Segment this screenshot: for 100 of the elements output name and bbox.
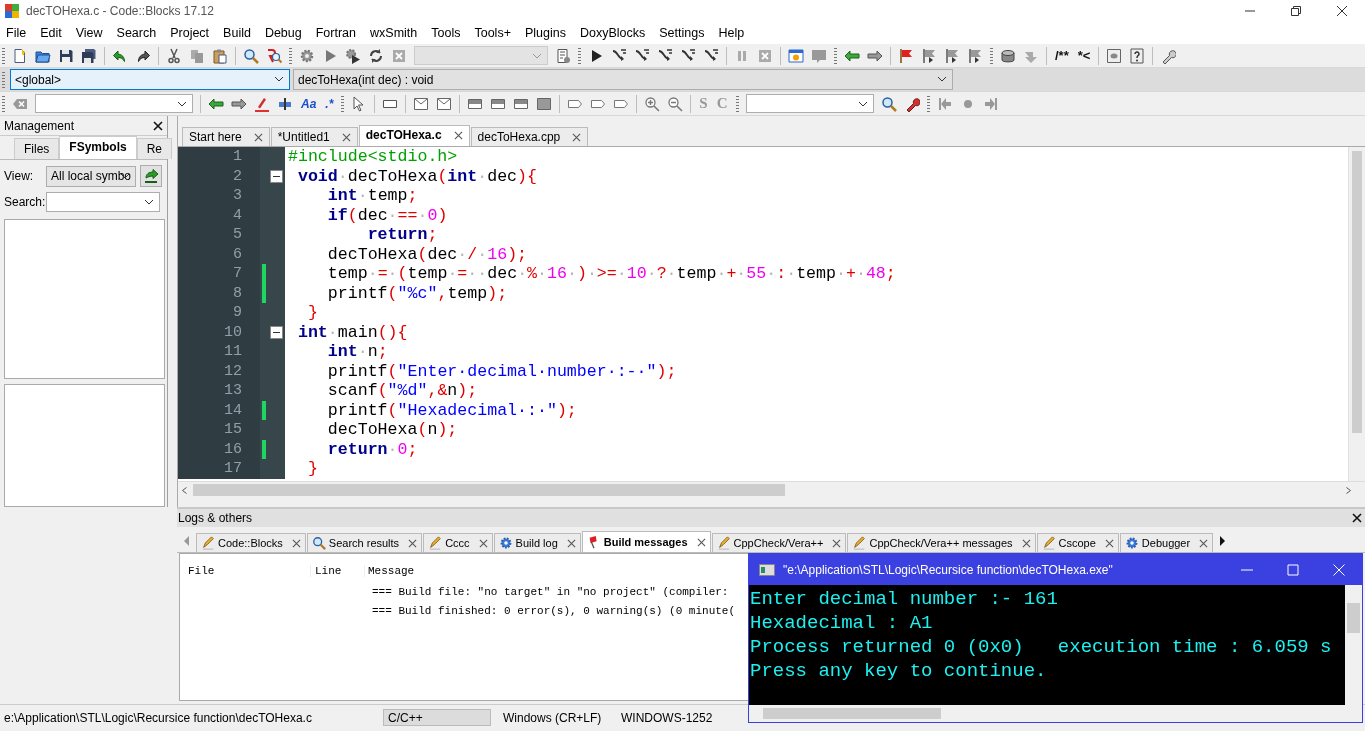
code-line: decToHexa(dec·/·16); (326, 244, 528, 264)
zoom-in-icon[interactable] (644, 95, 661, 112)
toolbar-button[interactable]: Aa (300, 96, 318, 111)
gear-play-icon[interactable] (345, 47, 361, 64)
save-all-icon[interactable] (81, 47, 97, 64)
filled-square-icon[interactable] (536, 95, 553, 112)
scroll-left-icon[interactable] (182, 486, 187, 494)
search-icon[interactable] (243, 47, 259, 64)
app-icon (4, 3, 20, 19)
flag-icon[interactable] (898, 47, 914, 64)
log-tab[interactable]: Cscope (1036, 533, 1119, 552)
close-icon[interactable] (696, 537, 706, 547)
frame-icon[interactable] (436, 95, 453, 112)
close-icon[interactable] (453, 130, 463, 140)
vertical-scrollbar[interactable] (1345, 585, 1362, 705)
zoom-out-icon[interactable] (667, 95, 684, 112)
menu-item[interactable]: wxSmith (370, 26, 425, 40)
column-header[interactable]: File (188, 565, 310, 577)
menu-item[interactable]: Search (116, 26, 164, 40)
menu-item[interactable]: Fortran (315, 26, 364, 40)
rebuild-icon[interactable] (368, 47, 384, 64)
line-number: 9 (233, 304, 242, 321)
log-tab[interactable]: Build log (493, 533, 581, 552)
view-dropdown[interactable]: All local symbo (46, 165, 136, 187)
pencil-icon (428, 536, 443, 550)
new-file-icon[interactable] (12, 47, 28, 64)
toolbar-button[interactable]: /** (1054, 48, 1070, 63)
replace-icon[interactable] (266, 47, 282, 64)
column-header[interactable]: Message (364, 565, 415, 577)
refresh-button[interactable] (140, 165, 162, 187)
step-icon[interactable] (680, 47, 696, 64)
block-select-icon[interactable] (277, 95, 293, 112)
frame-icon[interactable] (413, 95, 430, 112)
editor-tab[interactable]: *Untitled1 (270, 127, 358, 146)
log-tab[interactable]: Search results (306, 533, 423, 552)
bookmark-flag-icon[interactable] (921, 47, 937, 64)
editor-tab[interactable]: Start here (182, 127, 270, 146)
log-tab[interactable]: Debugger (1119, 533, 1214, 552)
menu-item[interactable]: Project (170, 26, 217, 40)
scissors-icon[interactable] (166, 47, 182, 64)
scope-dropdown[interactable]: <global> (10, 69, 290, 90)
horizontal-scrollbar[interactable] (178, 481, 1365, 498)
code-line: if(dec·==·0) (326, 205, 448, 225)
editor-tab[interactable]: decTOHexa.c (358, 125, 470, 146)
menu-item[interactable]: Help (718, 26, 752, 40)
close-icon[interactable] (1337, 6, 1347, 16)
step-icon[interactable] (703, 47, 719, 64)
window-icon[interactable] (788, 47, 804, 64)
highlight-icon[interactable] (254, 95, 270, 112)
search-field[interactable] (46, 192, 160, 212)
menu-item[interactable]: File (6, 26, 34, 40)
log-tab[interactable]: CppCheck/Vera++ messages (847, 533, 1036, 552)
editor-tab[interactable]: decToHexa.cpp (470, 127, 589, 146)
scroll-right-icon[interactable] (1219, 536, 1226, 546)
log-tab[interactable]: Cccc (423, 533, 493, 552)
help-icon[interactable] (1129, 47, 1146, 64)
fold-icon[interactable] (270, 169, 283, 183)
gear-icon[interactable] (299, 47, 315, 64)
save-icon[interactable] (58, 47, 74, 64)
paste-icon[interactable] (212, 47, 228, 64)
horizontal-scrollbar[interactable] (749, 705, 1362, 722)
menu-item[interactable]: Tools (431, 26, 468, 40)
menu-item[interactable]: View (75, 26, 110, 40)
bookmark-flag-icon[interactable] (967, 47, 983, 64)
log-tab[interactable]: Code::Blocks (196, 533, 306, 552)
menu-item[interactable]: Plugins (524, 26, 573, 40)
step-icon[interactable] (611, 47, 627, 64)
menu-item[interactable]: Debug (264, 26, 309, 40)
fold-icon[interactable] (270, 325, 283, 339)
code-line: } (306, 459, 318, 479)
square-icon[interactable] (1106, 47, 1123, 64)
panel-tab[interactable]: Re (136, 138, 173, 159)
menu-item[interactable]: Edit (40, 26, 69, 40)
document-gear-icon[interactable] (555, 47, 571, 64)
log-tab[interactable]: CppCheck/Vera++ (711, 533, 847, 552)
menu-item[interactable]: Build (223, 26, 258, 40)
step-icon[interactable] (657, 47, 673, 64)
menu-item[interactable]: Settings (659, 26, 712, 40)
function-dropdown[interactable]: decToHexa(int dec) : void (293, 69, 953, 90)
maximize-icon[interactable] (1287, 563, 1299, 576)
restore-icon[interactable] (1291, 6, 1301, 16)
column-header[interactable]: Line (310, 565, 364, 577)
menu-item[interactable]: Tools+ (474, 26, 518, 40)
database-icon[interactable] (1000, 47, 1016, 64)
log-tab[interactable]: Build messages (581, 531, 711, 552)
vertical-scrollbar[interactable] (1348, 147, 1365, 481)
pencil-icon (852, 536, 867, 550)
toolbar-button[interactable]: .* (324, 96, 335, 111)
wrench-icon[interactable] (1160, 47, 1177, 64)
panel-tab[interactable]: Files (14, 138, 60, 159)
search-icon[interactable] (880, 95, 897, 112)
gear-icon (1124, 536, 1139, 550)
code-line: decToHexa(n); (326, 420, 458, 440)
panel-tab[interactable]: FSymbols (59, 136, 137, 159)
close-icon[interactable] (1352, 513, 1362, 523)
step-icon[interactable] (634, 47, 650, 64)
menu-item[interactable]: DoxyBlocks (579, 26, 653, 40)
bookmark-flag-icon[interactable] (944, 47, 960, 64)
close-icon[interactable] (153, 120, 163, 131)
toolbar-button[interactable]: *< (1076, 48, 1092, 63)
